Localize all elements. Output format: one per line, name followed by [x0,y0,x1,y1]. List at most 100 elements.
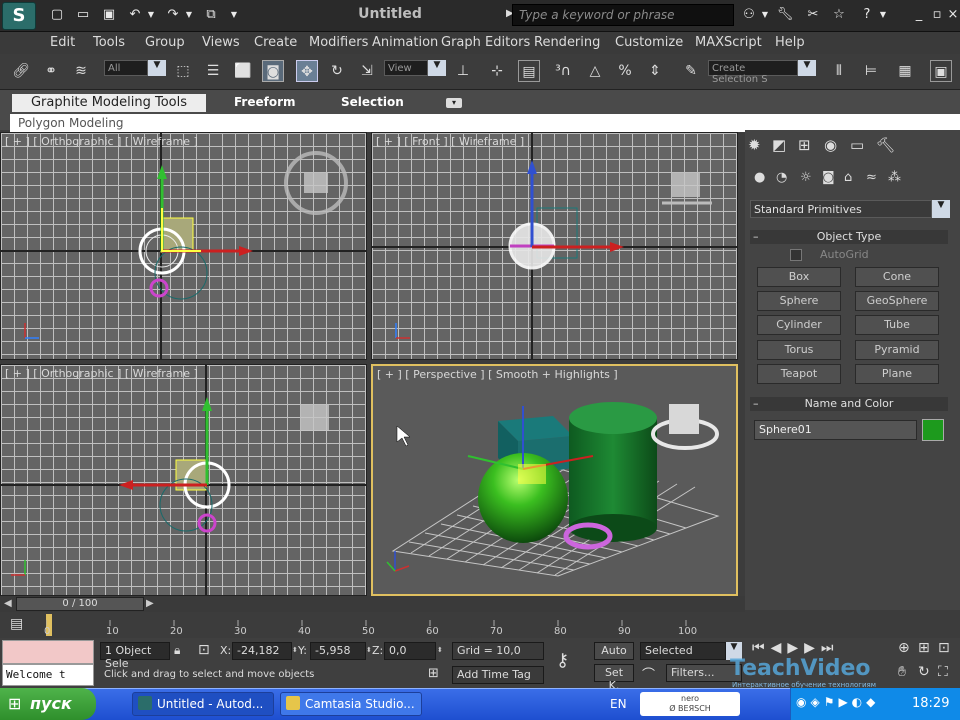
time-prev-icon[interactable]: ◀ [4,598,12,609]
ribbon-options-icon[interactable]: ▾ [446,98,462,108]
mini-curve-editor-icon[interactable]: ▤ [10,616,23,632]
search-input[interactable]: Type a keyword or phrase [512,4,734,26]
select-and-rotate-icon[interactable]: ↻ [326,60,348,82]
geometry-icon[interactable]: ● [754,170,765,185]
quick-access-dropdown-icon[interactable]: ▼ [228,6,240,24]
favorites-icon[interactable]: ☆ [830,6,848,24]
spinner-snap-icon[interactable]: ⇕ [644,60,666,82]
time-slider-thumb[interactable]: 0 / 100 [16,597,144,611]
select-and-scale-icon[interactable]: ⇲ [356,60,378,82]
menu-edit[interactable]: Edit [50,35,75,50]
select-and-manipulate-icon[interactable]: ⊹ [486,60,508,82]
plane-button[interactable]: Plane [855,364,939,384]
layer-manager-icon[interactable]: ▦ [894,60,916,82]
redo-dropdown-icon[interactable]: ▼ [184,6,194,24]
minimize-icon[interactable]: _ [910,6,928,24]
y-coordinate-field[interactable]: -5,958 [310,642,366,660]
cameras-icon[interactable]: ◙ [822,170,835,185]
selection-filter-arrow-icon[interactable]: ▼ [148,60,166,76]
menu-graph-editors[interactable]: Graph Editors [441,35,530,50]
use-pivot-center-icon[interactable]: ⊥ [452,60,474,82]
new-file-icon[interactable]: ▢ [48,6,66,24]
cone-button[interactable]: Cone [855,267,939,287]
shapes-icon[interactable]: ◔ [776,170,787,185]
viewport-top-right[interactable]: [ + ] [ Front ] [ Wireframe ] [371,132,738,360]
menu-group[interactable]: Group [145,35,185,50]
set-key-icon[interactable]: ⚷ [556,650,569,671]
motion-tab-icon[interactable]: ◉ [824,136,837,154]
rectangular-selection-icon[interactable]: ⬜ [232,60,254,82]
space-warps-icon[interactable]: ≈ [866,170,877,185]
undo-icon[interactable]: ↶ [126,6,144,24]
save-icon[interactable]: ▣ [100,6,118,24]
z-coordinate-field[interactable]: 0,0 [384,642,436,660]
modify-tab-icon[interactable]: ◩ [772,136,786,154]
selection-set-dropdown[interactable]: Selected [640,642,726,660]
task-camtasia[interactable]: Camtasia Studio... [280,692,422,716]
category-arrow-icon[interactable]: ▼ [932,200,950,218]
edit-named-selection-icon[interactable]: ✎ [680,60,702,82]
snaps-toggle-icon[interactable]: ³∩ [552,60,574,82]
cylinder-button[interactable]: Cylinder [757,315,841,335]
tab-freeform[interactable]: Freeform [234,95,296,109]
autogrid-checkbox[interactable] [790,249,802,261]
zoom-icon[interactable]: ⊕ [898,640,910,656]
menu-views[interactable]: Views [202,35,240,50]
box-button[interactable]: Box [757,267,841,287]
object-name-input[interactable]: Sphere01 [754,420,917,440]
select-object-icon[interactable]: ⬚ [172,60,194,82]
menu-help[interactable]: Help [775,35,805,50]
display-tab-icon[interactable]: ▭ [850,136,864,154]
close-icon[interactable]: × [944,6,960,24]
orbit-icon[interactable]: ↻ [918,664,930,680]
project-folder-icon[interactable]: ⧉ [202,6,220,24]
category-dropdown[interactable]: Standard Primitives [750,200,932,218]
menu-maxscript[interactable]: MAXScript [695,35,762,50]
viewport-label[interactable]: [ + ] [ Orthographic ] [ Wireframe ] [5,367,198,380]
menu-modifiers[interactable]: Modifiers [309,35,368,50]
maxscript-mini-listener-top[interactable] [2,640,94,664]
viewport-label[interactable]: [ + ] [ Orthographic ] [ Wireframe ] [5,135,198,148]
window-crossing-icon[interactable]: ◙ [262,60,284,82]
create-tab-icon[interactable]: ✹ [748,136,761,154]
z-spinner-icon[interactable]: ⬍ [437,646,443,654]
absolute-mode-icon[interactable]: ⊡ [198,642,210,658]
rollout-collapse-icon[interactable]: – [753,230,759,243]
menu-tools[interactable]: Tools [93,35,125,50]
align-icon[interactable]: ⊨ [860,60,882,82]
select-and-link-icon[interactable]: 🔗︎ [10,60,32,82]
object-type-rollout[interactable]: Object Type [750,230,948,244]
maximize-viewport-icon[interactable]: ⛶ [938,664,948,680]
open-file-icon[interactable]: ▭ [74,6,92,24]
menu-create[interactable]: Create [254,35,297,50]
time-tag-icon[interactable]: ⊞ [428,666,439,681]
set-key-button[interactable]: Set K. [594,664,634,692]
unlink-selection-icon[interactable]: ⚭ [40,60,62,82]
maxscript-mini-listener[interactable]: Welcome t [2,664,94,686]
x-spinner-icon[interactable]: ⬍ [292,646,298,654]
pyramid-button[interactable]: Pyramid [855,340,939,360]
task-3dsmax[interactable]: Untitled - Autod... [132,692,274,716]
lock-selection-icon[interactable]: 🔒︎ [174,643,180,658]
keyboard-shortcut-override-icon[interactable]: ▤ [518,60,540,82]
menu-rendering[interactable]: Rendering [534,35,600,50]
app-menu-button[interactable]: S [2,2,36,30]
auto-key-button[interactable]: Auto [594,642,634,660]
select-by-name-icon[interactable]: ☰ [202,60,224,82]
geosphere-button[interactable]: GeoSphere [855,291,939,311]
lights-icon[interactable]: ☼ [800,170,812,185]
named-selection-arrow-icon[interactable]: ▼ [798,60,816,76]
graphite-toggle-icon[interactable]: ▣ [930,60,952,82]
object-color-swatch[interactable] [922,419,944,441]
hierarchy-tab-icon[interactable]: ⊞ [798,136,811,154]
angle-snap-icon[interactable]: △ [584,60,606,82]
percent-snap-icon[interactable]: % [614,60,636,82]
viewport-label[interactable]: [ + ] [ Perspective ] [ Smooth + Highlig… [377,368,618,381]
pan-icon[interactable]: ✋︎ [898,664,906,680]
communication-center-icon[interactable]: ✂︎ [804,6,822,24]
help-dropdown-icon[interactable]: ▼ [878,6,888,24]
name-and-color-rollout[interactable]: Name and Color [750,397,948,411]
ref-coord-arrow-icon[interactable]: ▼ [428,60,446,76]
menu-animation[interactable]: Animation [372,35,438,50]
redo-icon[interactable]: ↷ [164,6,182,24]
